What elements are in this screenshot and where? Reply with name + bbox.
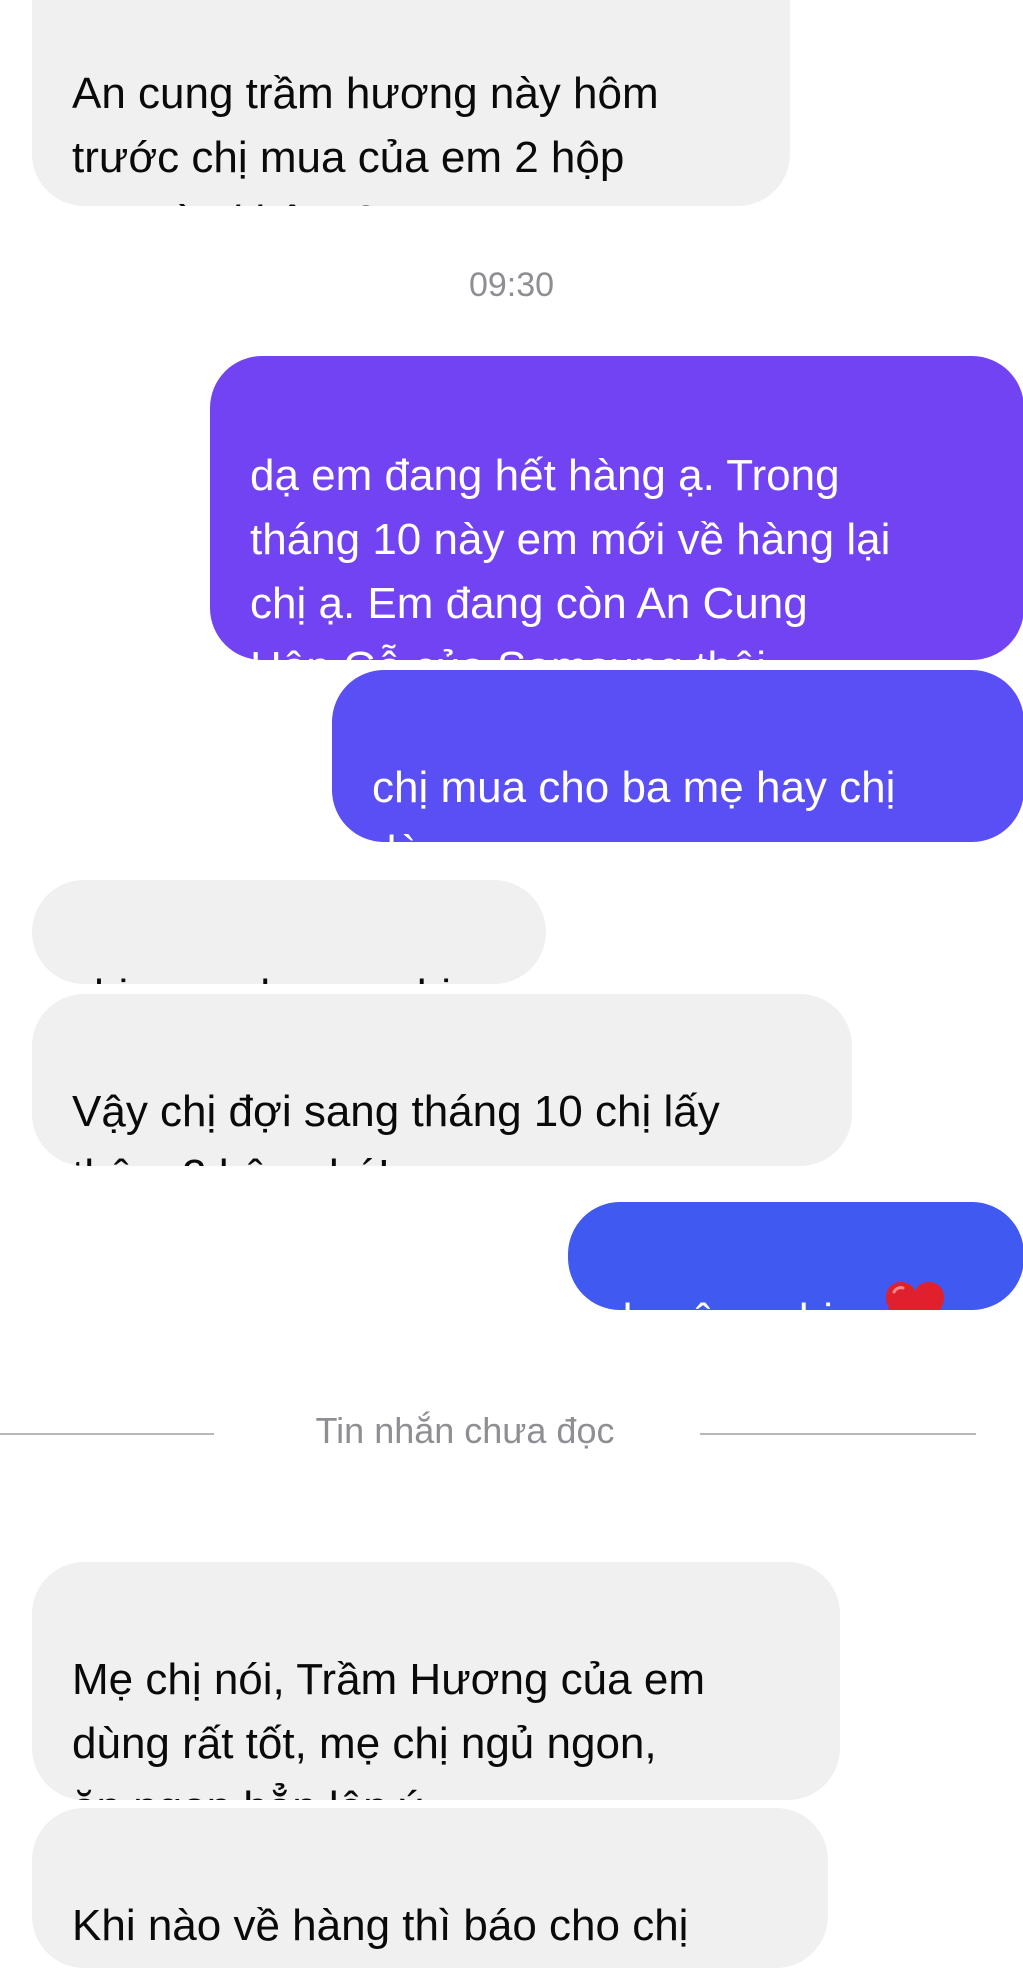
message-bubble-outgoing[interactable]: chị mua cho ba mẹ hay chị dùng ạ [332, 670, 1023, 842]
message-text: Vậy chị đợi sang tháng 10 chị lấy thêm 2… [72, 1087, 720, 1166]
chat-thread: An cung trầm hương này hôm trước chị mua… [0, 0, 1023, 1968]
message-bubble-outgoing[interactable]: dạ vâng chị ạ [568, 1202, 1023, 1310]
message-text: An cung trầm hương này hôm trước chị mua… [72, 69, 659, 206]
timestamp: 09:30 [468, 266, 555, 304]
red-heart-icon [884, 1280, 946, 1310]
message-text: chị mua cho mẹ chị [72, 971, 451, 984]
message-text: chị mua cho ba mẹ hay chị dùng ạ [372, 763, 896, 842]
message-text: Khi nào về hàng thì báo cho chị biết nhé… [72, 1901, 689, 1968]
unread-divider-label: Tin nhắn chưa đọc [315, 1410, 615, 1451]
message-bubble-outgoing[interactable]: dạ em đang hết hàng ạ. Trong tháng 10 nà… [210, 356, 1023, 660]
message-text: dạ em đang hết hàng ạ. Trong tháng 10 nà… [250, 451, 891, 660]
message-text: Mẹ chị nói, Trầm Hương của em dùng rất t… [72, 1655, 705, 1800]
divider-line-right [700, 1433, 976, 1435]
message-bubble-incoming[interactable]: Khi nào về hàng thì báo cho chị biết nhé… [32, 1808, 828, 1968]
message-bubble-incoming[interactable]: Mẹ chị nói, Trầm Hương của em dùng rất t… [32, 1562, 840, 1800]
message-bubble-incoming[interactable]: An cung trầm hương này hôm trước chị mua… [32, 0, 790, 206]
message-text: dạ vâng chị ạ [608, 1295, 870, 1310]
divider-line-left [0, 1433, 214, 1435]
message-bubble-incoming[interactable]: chị mua cho mẹ chị [32, 880, 546, 984]
message-bubble-incoming[interactable]: Vậy chị đợi sang tháng 10 chị lấy thêm 2… [32, 994, 852, 1166]
